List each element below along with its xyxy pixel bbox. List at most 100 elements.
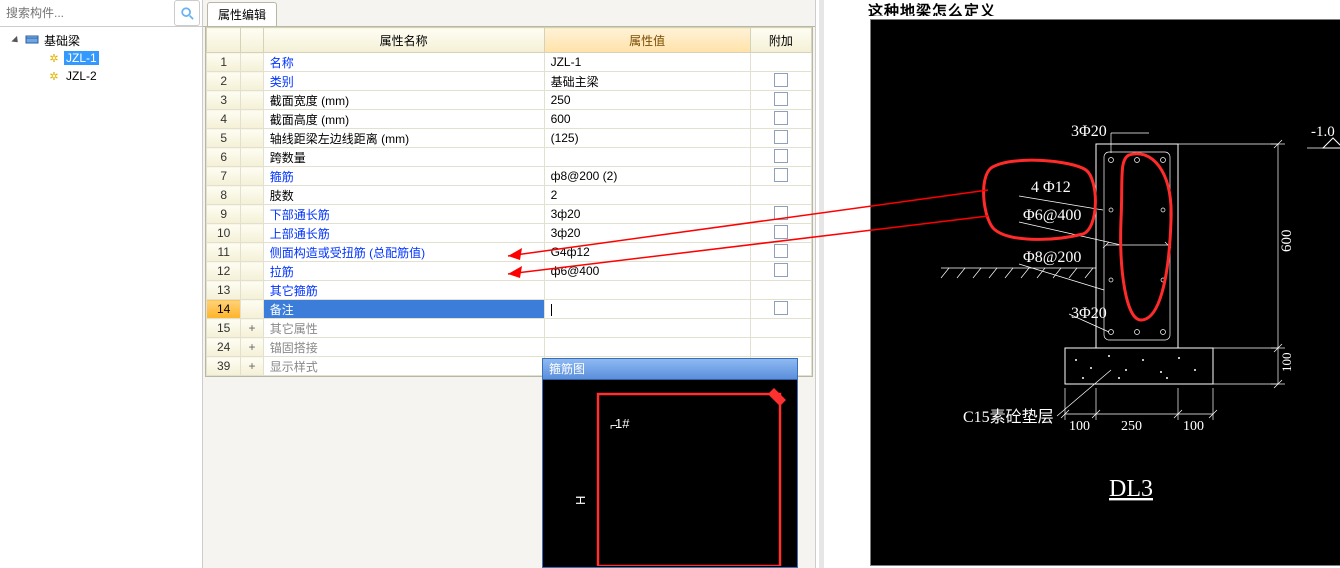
- grid-row[interactable]: 13其它箍筋: [207, 281, 812, 300]
- prop-value[interactable]: ф8@200 (2): [544, 167, 750, 186]
- prop-name: 类别: [263, 72, 544, 91]
- grid-row[interactable]: 11 侧面构造或受扭筋 (总配筋值)G4ф12: [207, 243, 812, 262]
- prop-add[interactable]: [750, 300, 811, 319]
- prop-value[interactable]: [544, 319, 750, 338]
- row-expander: [241, 243, 263, 262]
- tree-root-label: 基础梁: [42, 32, 82, 49]
- row-number: 3: [207, 91, 241, 110]
- col-add: 附加: [750, 28, 811, 53]
- prop-add[interactable]: [750, 53, 811, 72]
- tree-item-jzl1[interactable]: ✲ JZL-1: [10, 49, 202, 67]
- prop-value[interactable]: [544, 281, 750, 300]
- property-grid[interactable]: 属性名称 属性值 附加 1名称JZL-12类别基础主梁3截面宽度 (mm)250…: [205, 27, 813, 377]
- search-input[interactable]: [0, 1, 172, 25]
- row-expander[interactable]: +: [241, 338, 263, 357]
- grid-row[interactable]: 2类别基础主梁: [207, 72, 812, 91]
- prop-name: 拉筋: [263, 262, 544, 281]
- prop-add[interactable]: [750, 243, 811, 262]
- prop-value[interactable]: [544, 300, 750, 319]
- expand-icon[interactable]: [10, 34, 22, 46]
- search-button[interactable]: [174, 0, 200, 26]
- prop-name: 名称: [263, 53, 544, 72]
- prop-name: 下部通长筋: [263, 205, 544, 224]
- prop-add[interactable]: [750, 319, 811, 338]
- cad-dim-side100: 100: [1279, 353, 1294, 373]
- search-row: [0, 0, 202, 27]
- prop-value[interactable]: JZL-1: [544, 53, 750, 72]
- grid-row[interactable]: 5轴线距梁左边线距离 (mm)(125): [207, 129, 812, 148]
- cad-title: DL3: [1109, 476, 1153, 502]
- prop-value[interactable]: 600: [544, 110, 750, 129]
- prop-add[interactable]: [750, 338, 811, 357]
- component-tree[interactable]: 基础梁 ✲ JZL-1 ✲ JZL-2: [0, 27, 202, 85]
- prop-value[interactable]: 基础主梁: [544, 72, 750, 91]
- grid-header-row: 属性名称 属性值 附加: [207, 28, 812, 53]
- prop-value[interactable]: 2: [544, 186, 750, 205]
- grid-row[interactable]: 8肢数2: [207, 186, 812, 205]
- prop-name: 截面宽度 (mm): [263, 91, 544, 110]
- grid-row[interactable]: 10上部通长筋3ф20: [207, 224, 812, 243]
- row-expander: [241, 205, 263, 224]
- grid-row[interactable]: 9下部通长筋3ф20: [207, 205, 812, 224]
- prop-name: 轴线距梁左边线距离 (mm): [263, 129, 544, 148]
- cad-dim-250: 250: [1121, 419, 1142, 434]
- prop-add[interactable]: [750, 186, 811, 205]
- prop-add[interactable]: [750, 262, 811, 281]
- prop-value[interactable]: (125): [544, 129, 750, 148]
- prop-name: 上部通长筋: [263, 224, 544, 243]
- prop-value[interactable]: 3ф20: [544, 224, 750, 243]
- row-expander[interactable]: +: [241, 319, 263, 338]
- prop-add[interactable]: [750, 110, 811, 129]
- cad-elev: -1.0: [1311, 124, 1335, 140]
- row-number: 11: [207, 243, 241, 262]
- tree-item-jzl2[interactable]: ✲ JZL-2: [10, 67, 202, 85]
- prop-value[interactable]: 3ф20: [544, 205, 750, 224]
- cad-drawing: 3Φ20 4 Φ12 Φ6@400 Φ8@200 3Φ20 C15素砼垫层 60…: [870, 19, 1340, 566]
- prop-name: 其它属性: [263, 319, 544, 338]
- gear-icon: ✲: [46, 50, 62, 66]
- prop-add[interactable]: [750, 129, 811, 148]
- prop-name: 跨数量: [263, 148, 544, 167]
- prop-value[interactable]: 250: [544, 91, 750, 110]
- prop-name: 截面高度 (mm): [263, 110, 544, 129]
- prop-name: 侧面构造或受扭筋 (总配筋值): [263, 243, 544, 262]
- row-expander: [241, 53, 263, 72]
- grid-row[interactable]: 7箍筋ф8@200 (2): [207, 167, 812, 186]
- tree-root[interactable]: 基础梁: [10, 31, 202, 49]
- reference-title: 这种地梁怎么定义: [824, 0, 1340, 16]
- grid-row[interactable]: 12拉筋ф6@400: [207, 262, 812, 281]
- prop-add[interactable]: [750, 91, 811, 110]
- prop-add[interactable]: [750, 224, 811, 243]
- prop-value[interactable]: G4ф12: [544, 243, 750, 262]
- grid-row[interactable]: 1名称JZL-1: [207, 53, 812, 72]
- prop-value[interactable]: ф6@400: [544, 262, 750, 281]
- prop-add[interactable]: [750, 167, 811, 186]
- beam-icon: [24, 32, 40, 48]
- grid-row[interactable]: 3 截面宽度 (mm)250: [207, 91, 812, 110]
- popup-title: 箍筋图: [543, 359, 797, 380]
- row-expander: [241, 91, 263, 110]
- stirrup-diagram-popup[interactable]: 箍筋图 ⌐ 1# H: [542, 358, 798, 568]
- popup-body: ⌐ 1# H: [543, 380, 797, 566]
- tab-property-edit[interactable]: 属性编辑: [207, 2, 277, 26]
- gear-icon: ✲: [46, 68, 62, 84]
- prop-name: 肢数: [263, 186, 544, 205]
- cad-label-4d12: 4 Φ12: [1031, 179, 1071, 196]
- prop-value[interactable]: [544, 148, 750, 167]
- prop-add[interactable]: [750, 72, 811, 91]
- grid-row[interactable]: 24+锚固搭接: [207, 338, 812, 357]
- component-tree-pane: 基础梁 ✲ JZL-1 ✲ JZL-2: [0, 0, 203, 568]
- row-expander[interactable]: +: [241, 357, 263, 376]
- prop-value[interactable]: [544, 338, 750, 357]
- prop-add[interactable]: [750, 205, 811, 224]
- cad-label-d8-200: Φ8@200: [1023, 249, 1081, 266]
- row-number: 14: [207, 300, 241, 319]
- cad-dim-600: 600: [1279, 230, 1295, 253]
- prop-add[interactable]: [750, 148, 811, 167]
- grid-row[interactable]: 15+其它属性: [207, 319, 812, 338]
- cad-dim-100a: 100: [1069, 419, 1090, 434]
- prop-add[interactable]: [750, 281, 811, 300]
- grid-row[interactable]: 14备注: [207, 300, 812, 319]
- grid-row[interactable]: 4截面高度 (mm)600: [207, 110, 812, 129]
- grid-row[interactable]: 6跨数量: [207, 148, 812, 167]
